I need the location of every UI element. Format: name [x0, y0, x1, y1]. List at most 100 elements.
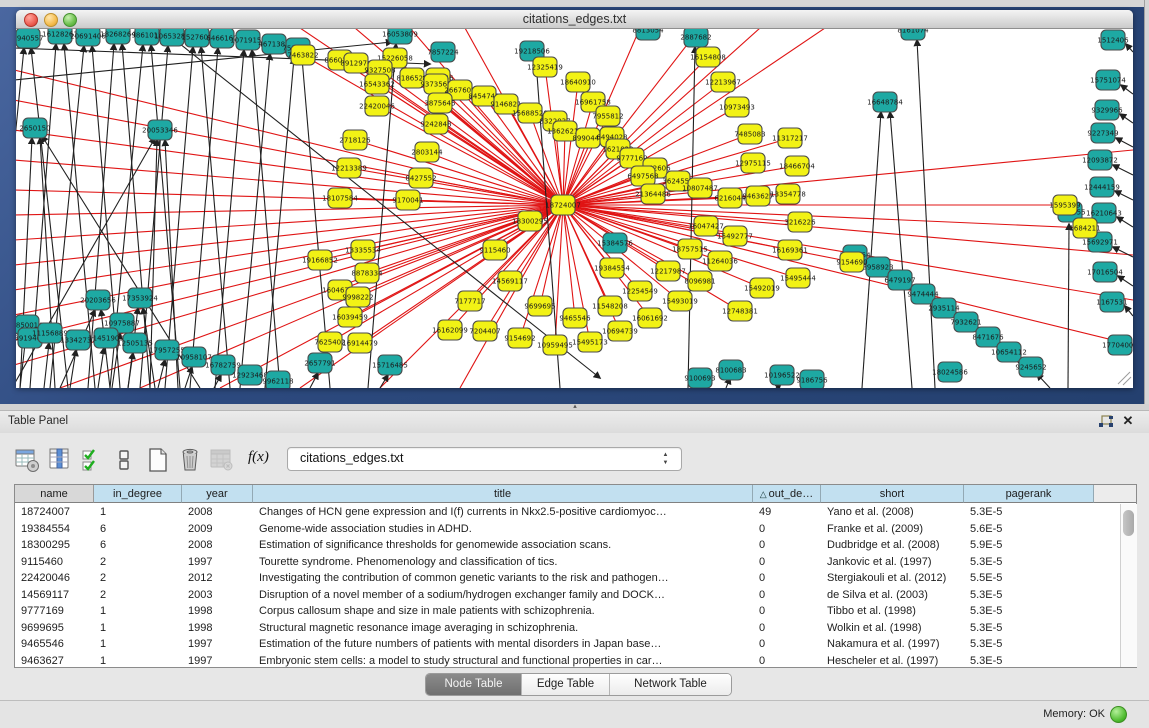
- delete-table-icon[interactable]: [177, 447, 203, 473]
- graph-node[interactable]: 9186756: [796, 370, 828, 388]
- citation-edge[interactable]: [1113, 165, 1133, 175]
- table-row[interactable]: 911546021997Tourette syndrome. Phenomeno…: [15, 554, 1120, 571]
- graph-node[interactable]: 1512406: [1097, 30, 1129, 50]
- graph-node[interactable]: 16169361: [772, 240, 808, 260]
- citation-edge[interactable]: [158, 360, 165, 388]
- graph-node[interactable]: 11264036: [702, 251, 738, 271]
- table-row[interactable]: 946362711997Embryonic stem cells: a mode…: [15, 653, 1120, 670]
- column-visibility-icon[interactable]: [48, 447, 74, 473]
- graph-node[interactable]: 9463627: [742, 186, 773, 206]
- graph-node[interactable]: 15751074: [1090, 70, 1126, 90]
- column-header-pagerank[interactable]: pagerank: [964, 485, 1094, 503]
- graph-node[interactable]: 7625402: [314, 332, 345, 352]
- row-selection-icon[interactable]: [80, 447, 106, 473]
- graph-node[interactable]: 13354778: [770, 184, 806, 204]
- graph-node[interactable]: 8096981: [684, 271, 715, 291]
- graph-node[interactable]: 7204407: [469, 321, 500, 341]
- graph-node[interactable]: 12093872: [1082, 150, 1118, 170]
- graph-node[interactable]: 1595399: [1049, 195, 1080, 215]
- column-header-year[interactable]: year: [182, 485, 253, 503]
- table-row[interactable]: 969969511998Structural magnetic resonanc…: [15, 620, 1120, 637]
- graph-node[interactable]: 7857224: [427, 42, 459, 62]
- graph-node[interactable]: 1940557: [16, 29, 44, 48]
- graph-node[interactable]: 2718126: [339, 130, 371, 150]
- graph-node[interactable]: 2803144: [411, 142, 443, 162]
- graph-node[interactable]: 9465546: [559, 308, 591, 328]
- graph-node[interactable]: 12213389: [331, 158, 367, 178]
- citation-edge[interactable]: [201, 47, 230, 388]
- citation-edge[interactable]: [190, 48, 218, 388]
- graph-node[interactable]: 8100683: [715, 360, 746, 380]
- graph-node[interactable]: 10196522: [764, 365, 800, 385]
- citation-edge[interactable]: [563, 205, 575, 318]
- new-table-icon[interactable]: [145, 447, 171, 473]
- graph-node[interactable]: 15495444: [780, 268, 816, 288]
- table-row[interactable]: 1872400712008Changes of HCN gene express…: [15, 504, 1120, 521]
- network-graph-canvas[interactable]: 1940557161282612069140618268264986101210…: [16, 29, 1133, 388]
- graph-node[interactable]: 18107584: [322, 188, 358, 208]
- table-row[interactable]: 977716911998Corpus callosum shape and si…: [15, 603, 1120, 620]
- graph-node[interactable]: 15492019: [744, 278, 780, 298]
- citation-edge[interactable]: [1126, 44, 1133, 52]
- graph-node[interactable]: 2657791: [304, 353, 335, 373]
- graph-node[interactable]: 15716485: [372, 355, 408, 375]
- graph-node[interactable]: 18757515: [672, 239, 708, 259]
- graph-node[interactable]: 1167531: [1096, 292, 1127, 312]
- graph-node[interactable]: 8427552: [405, 168, 436, 188]
- graph-node[interactable]: 9329966: [1091, 100, 1123, 120]
- citation-edge[interactable]: [265, 58, 294, 388]
- table-row[interactable]: 946554611997Estimation of the future num…: [15, 636, 1120, 653]
- citation-edge[interactable]: [1121, 85, 1133, 94]
- network-window-titlebar[interactable]: citations_edges.txt: [16, 10, 1133, 29]
- table-row[interactable]: 2242004622012Investigating the contribut…: [15, 570, 1120, 587]
- graph-node[interactable]: 9245652: [1015, 357, 1046, 377]
- canvas-resize-grip[interactable]: [1118, 372, 1131, 385]
- graph-node[interactable]: 1684211: [1069, 218, 1100, 238]
- graph-node[interactable]: 7485083: [734, 124, 765, 144]
- column-header-out_de[interactable]: △out_de…: [753, 485, 821, 503]
- citation-edge[interactable]: [1113, 247, 1133, 257]
- citation-edge[interactable]: [1068, 224, 1069, 388]
- citation-edge[interactable]: [1125, 306, 1133, 316]
- float-panel-icon[interactable]: [1098, 415, 1114, 429]
- citation-edge[interactable]: [1118, 276, 1133, 286]
- graph-node[interactable]: 12254549: [622, 281, 658, 301]
- graph-node[interactable]: 9154690: [836, 252, 867, 272]
- graph-node[interactable]: 2650150: [19, 118, 50, 138]
- graph-node[interactable]: 9699695: [524, 296, 555, 316]
- graph-node[interactable]: 12975115: [735, 153, 771, 173]
- graph-node[interactable]: 2887682: [680, 29, 711, 47]
- citation-edge[interactable]: [16, 130, 563, 205]
- graph-node[interactable]: 9227349: [1087, 123, 1118, 143]
- tab-node-table[interactable]: Node Table: [426, 674, 522, 695]
- graph-node[interactable]: 16648784: [867, 92, 903, 112]
- graph-node[interactable]: 9115460: [479, 240, 510, 260]
- graph-node[interactable]: 9962118: [262, 371, 293, 388]
- tab-edge-table[interactable]: Edge Table: [522, 674, 610, 695]
- close-window-button[interactable]: [24, 13, 38, 27]
- graph-node[interactable]: 16053809: [382, 29, 418, 44]
- column-header-title[interactable]: title: [253, 485, 753, 503]
- import-table-icon[interactable]: [209, 447, 235, 473]
- zoom-window-button[interactable]: [63, 13, 77, 27]
- table-selector-dropdown[interactable]: citations_edges.txt ▲▼: [287, 447, 682, 471]
- table-row[interactable]: 1938455462009Genome-wide association stu…: [15, 521, 1120, 538]
- column-header-in_degree[interactable]: in_degree: [94, 485, 182, 503]
- graph-node[interactable]: 8813054: [632, 29, 664, 40]
- table-row[interactable]: 1830029562008Estimation of significance …: [15, 537, 1120, 554]
- graph-node[interactable]: 6216044: [714, 188, 746, 208]
- table-settings-icon[interactable]: [15, 447, 41, 473]
- column-header-short[interactable]: short: [821, 485, 964, 503]
- tab-network-table[interactable]: Network Table: [610, 674, 731, 695]
- vertical-scrollbar[interactable]: [1120, 504, 1137, 667]
- citation-edge[interactable]: [44, 343, 49, 388]
- citation-edge[interactable]: [40, 138, 55, 388]
- graph-node[interactable]: 9154692: [504, 328, 535, 348]
- graph-node[interactable]: 15493019: [662, 291, 698, 311]
- graph-node[interactable]: 16061692: [632, 308, 668, 328]
- graph-node[interactable]: 9998222: [342, 287, 373, 307]
- graph-node[interactable]: 7463822: [287, 45, 318, 65]
- memory-status-indicator[interactable]: [1110, 706, 1127, 723]
- graph-node[interactable]: 9242848: [420, 114, 451, 134]
- graph-node[interactable]: 8878334: [351, 263, 383, 283]
